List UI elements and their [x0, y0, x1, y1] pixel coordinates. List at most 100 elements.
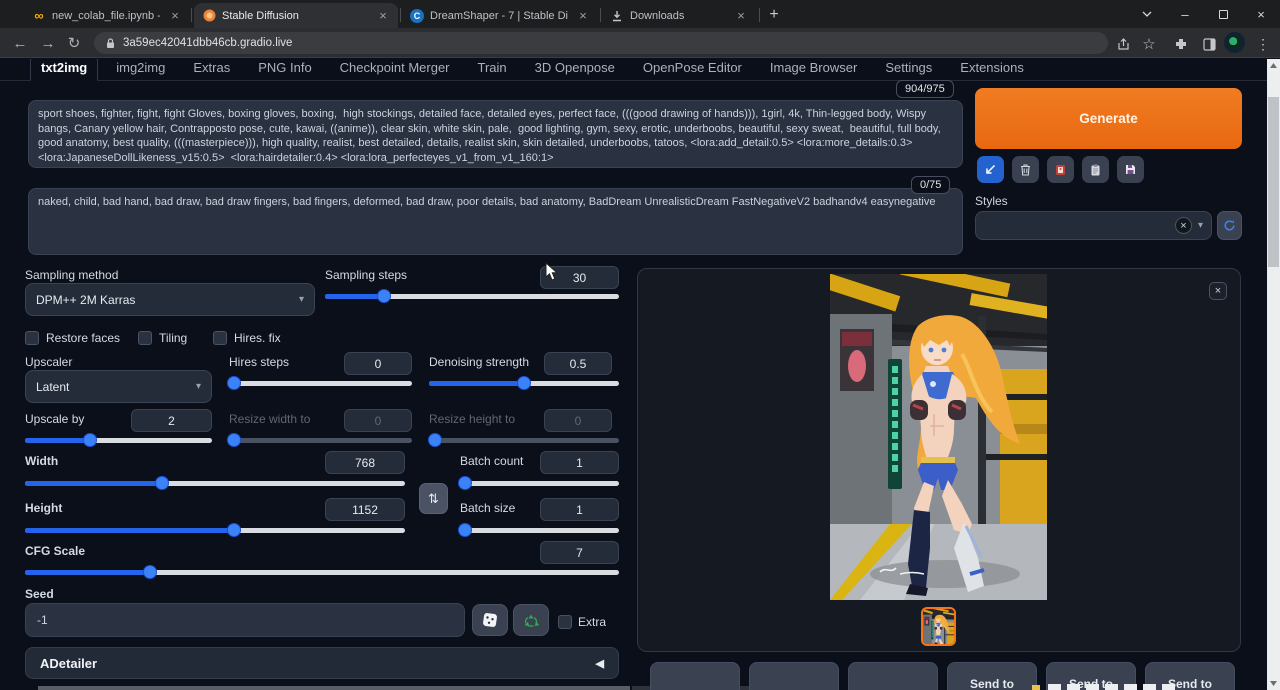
reuse-seed-button[interactable] [513, 604, 549, 636]
width-value[interactable]: 768 [325, 451, 405, 474]
tab-close-icon[interactable]: × [734, 8, 748, 23]
address-bar[interactable]: 3a59ec42041dbb46cb.gradio.live [94, 32, 1108, 54]
clear-prompt-button[interactable] [1012, 156, 1039, 183]
page-scrollbar[interactable] [1267, 59, 1280, 690]
batch-count-slider[interactable] [460, 478, 619, 488]
upscaler-dropdown[interactable]: Latent ▾ [25, 370, 212, 403]
bookmark-star-icon[interactable]: ☆ [1138, 33, 1160, 55]
browser-tab-dreamshaper[interactable]: C DreamShaper - 7 | Stable Diffusio × [402, 3, 598, 28]
seed-input[interactable]: -1 [25, 603, 465, 637]
negative-prompt-input[interactable]: naked, child, bad hand, bad draw, bad dr… [29, 189, 962, 254]
avatar[interactable] [1224, 32, 1245, 53]
prompt-token-counter: 904/975 [896, 80, 954, 98]
refresh-styles-button[interactable] [1217, 211, 1242, 240]
upscale-by-slider[interactable] [25, 435, 212, 445]
tab-extras[interactable]: Extras [183, 59, 240, 80]
tab-extensions[interactable]: Extensions [950, 59, 1034, 80]
sampling-steps-slider[interactable] [325, 291, 619, 301]
clear-styles-icon[interactable]: × [1175, 217, 1192, 234]
tab-img2img[interactable]: img2img [106, 59, 175, 80]
next-section-sliver [38, 686, 630, 690]
hires-fix-checkbox[interactable] [213, 331, 227, 345]
batch-size-slider[interactable] [460, 525, 619, 535]
slider-handle[interactable] [227, 376, 241, 390]
denoising-slider[interactable] [429, 378, 619, 388]
share-icon[interactable] [1112, 33, 1134, 55]
random-seed-button[interactable] [472, 604, 508, 636]
scroll-up-icon[interactable] [1267, 59, 1280, 72]
tab-3d-openpose[interactable]: 3D Openpose [525, 59, 625, 80]
browser-tab-colab[interactable]: ∞ new_colab_file.ipynb - Colaborat × [24, 3, 190, 28]
close-window-button[interactable]: × [1242, 0, 1280, 28]
prompt-input[interactable]: sport shoes, fighter, fight, fight Glove… [29, 101, 962, 167]
back-icon[interactable]: ← [8, 31, 32, 55]
tab-settings[interactable]: Settings [875, 59, 942, 80]
sampling-steps-label: Sampling steps [325, 268, 407, 282]
extra-networks-button[interactable] [1047, 156, 1074, 183]
batch-size-value[interactable]: 1 [540, 498, 619, 521]
slider-handle[interactable] [83, 433, 97, 447]
denoising-value[interactable]: 0.5 [544, 352, 612, 375]
slider-handle[interactable] [458, 523, 472, 537]
gallery-thumbnail[interactable] [921, 607, 956, 646]
scrollbar-thumb[interactable] [1268, 97, 1279, 267]
zip-button[interactable] [749, 662, 839, 690]
adetailer-label: ADetailer [40, 656, 97, 671]
swap-dimensions-button[interactable]: ⇅ [419, 483, 448, 514]
slider-handle[interactable] [155, 476, 169, 490]
cfg-scale-value[interactable]: 7 [540, 541, 619, 564]
tab-image-browser[interactable]: Image Browser [760, 59, 867, 80]
forward-icon[interactable]: → [36, 31, 60, 55]
scroll-down-icon[interactable] [1267, 677, 1280, 690]
batch-count-value[interactable]: 1 [540, 451, 619, 474]
sampling-method-dropdown[interactable]: DPM++ 2M Karras ▾ [25, 283, 315, 316]
styles-dropdown[interactable]: × ▾ [975, 211, 1212, 240]
height-value[interactable]: 1152 [325, 498, 405, 521]
extensions-puzzle-icon[interactable] [1170, 33, 1192, 55]
tab-search-chevron-icon[interactable] [1128, 0, 1166, 28]
chevron-down-icon[interactable]: ▾ [1198, 220, 1203, 231]
send-button[interactable] [848, 662, 938, 690]
new-tab-button[interactable]: + [763, 4, 785, 26]
side-panel-icon[interactable] [1198, 33, 1220, 55]
reload-icon[interactable]: ↻ [62, 31, 86, 55]
height-slider[interactable] [25, 525, 405, 535]
image-close-icon[interactable]: × [1209, 282, 1227, 300]
generate-button[interactable]: Generate [975, 88, 1242, 149]
slider-handle[interactable] [143, 565, 157, 579]
adetailer-accordion[interactable]: ADetailer ◀ [25, 647, 619, 679]
slider-handle[interactable] [458, 476, 472, 490]
send-to-img2img-button[interactable]: Send to [947, 662, 1037, 690]
hires-steps-slider[interactable] [229, 378, 412, 388]
recycle-icon [523, 613, 539, 628]
tab-close-icon[interactable]: × [168, 8, 182, 23]
generated-image[interactable] [830, 274, 1047, 600]
maximize-button[interactable] [1204, 0, 1242, 28]
tab-openpose-editor[interactable]: OpenPose Editor [633, 59, 752, 80]
browser-tab-stable-diffusion[interactable]: Stable Diffusion × [194, 3, 398, 28]
save-style-button[interactable] [1117, 156, 1144, 183]
slider-handle[interactable] [517, 376, 531, 390]
upscale-by-value[interactable]: 2 [131, 409, 212, 432]
tab-train[interactable]: Train [468, 59, 517, 80]
restore-faces-checkbox[interactable] [25, 331, 39, 345]
save-floppy-icon [1125, 164, 1136, 175]
save-button[interactable] [650, 662, 740, 690]
hires-steps-value[interactable]: 0 [344, 352, 412, 375]
tab-txt2img[interactable]: txt2img [30, 59, 98, 81]
minimize-button[interactable]: – [1166, 0, 1204, 28]
tab-close-icon[interactable]: × [576, 8, 590, 23]
paste-params-button[interactable] [977, 156, 1004, 183]
cfg-scale-slider[interactable] [25, 567, 619, 577]
slider-handle[interactable] [377, 289, 391, 303]
tab-checkpoint-merger[interactable]: Checkpoint Merger [330, 59, 460, 80]
tab-close-icon[interactable]: × [376, 8, 390, 23]
width-slider[interactable] [25, 478, 405, 488]
tiling-checkbox[interactable] [138, 331, 152, 345]
slider-handle[interactable] [227, 523, 241, 537]
extra-seed-checkbox[interactable] [558, 615, 572, 629]
browser-tab-downloads[interactable]: Downloads × [602, 3, 756, 28]
tab-png-info[interactable]: PNG Info [248, 59, 321, 80]
kebab-menu-icon[interactable]: ⋮ [1252, 33, 1274, 55]
apply-styles-button[interactable] [1082, 156, 1109, 183]
